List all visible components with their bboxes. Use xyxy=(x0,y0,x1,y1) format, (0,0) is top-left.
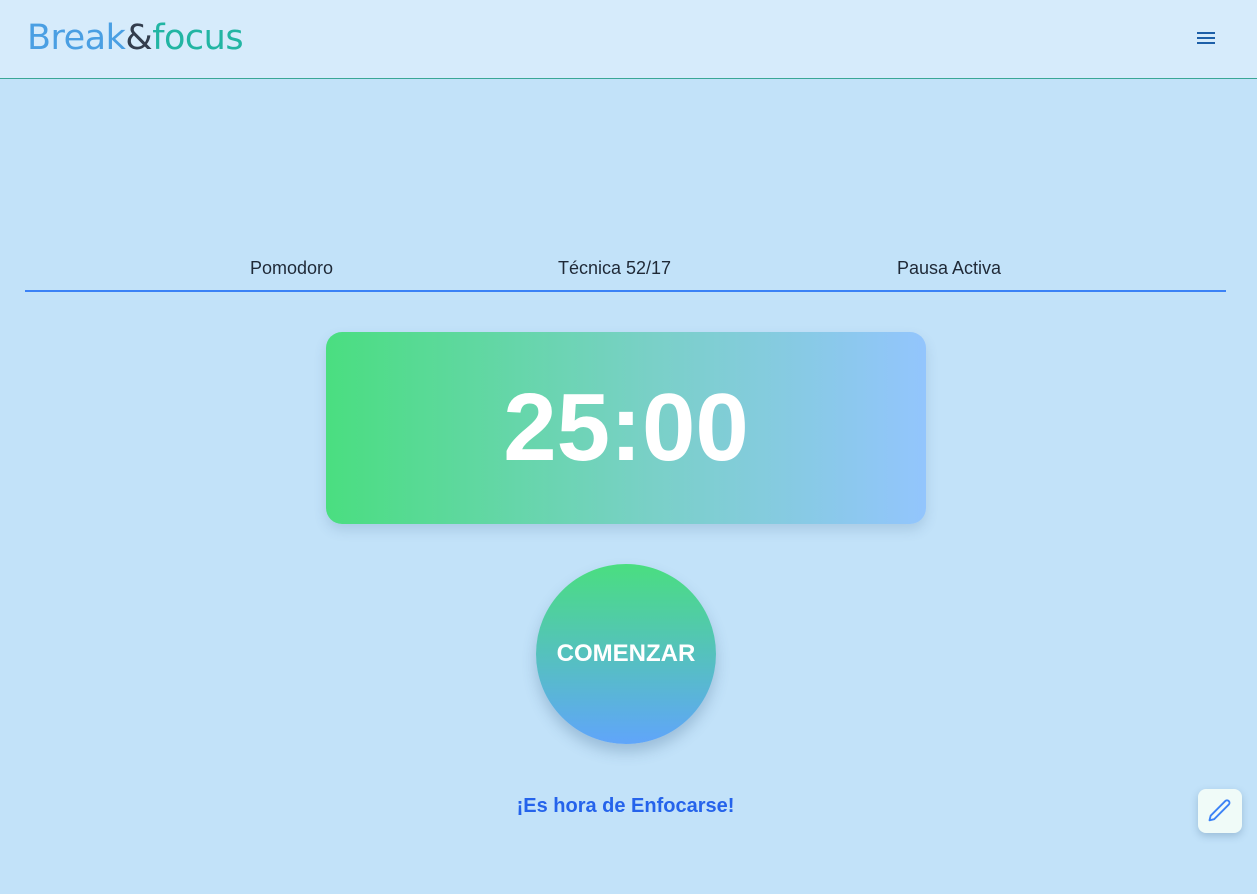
logo-ampersand: & xyxy=(125,18,153,58)
timer-display: 25:00 xyxy=(503,374,749,481)
start-button[interactable]: COMENZAR xyxy=(536,564,716,744)
tab-tecnica-52-17[interactable]: Técnica 52/17 xyxy=(558,258,671,279)
timer-card: 25:00 xyxy=(326,332,926,524)
tab-pomodoro[interactable]: Pomodoro xyxy=(250,258,333,279)
hamburger-menu-icon[interactable] xyxy=(1192,24,1220,52)
logo-word-break: Break xyxy=(27,18,126,58)
pencil-icon xyxy=(1208,799,1231,822)
logo-word-focus: focus xyxy=(152,18,244,58)
mode-tabs: Pomodoro Técnica 52/17 Pausa Activa xyxy=(25,250,1226,292)
tab-pausa-activa[interactable]: Pausa Activa xyxy=(897,258,1001,279)
brand-logo[interactable]: Break&focus xyxy=(27,16,244,60)
status-message: ¡Es hora de Enfocarse! xyxy=(516,795,735,817)
top-navbar: Break&focus xyxy=(0,0,1257,79)
edit-button[interactable] xyxy=(1198,789,1242,833)
